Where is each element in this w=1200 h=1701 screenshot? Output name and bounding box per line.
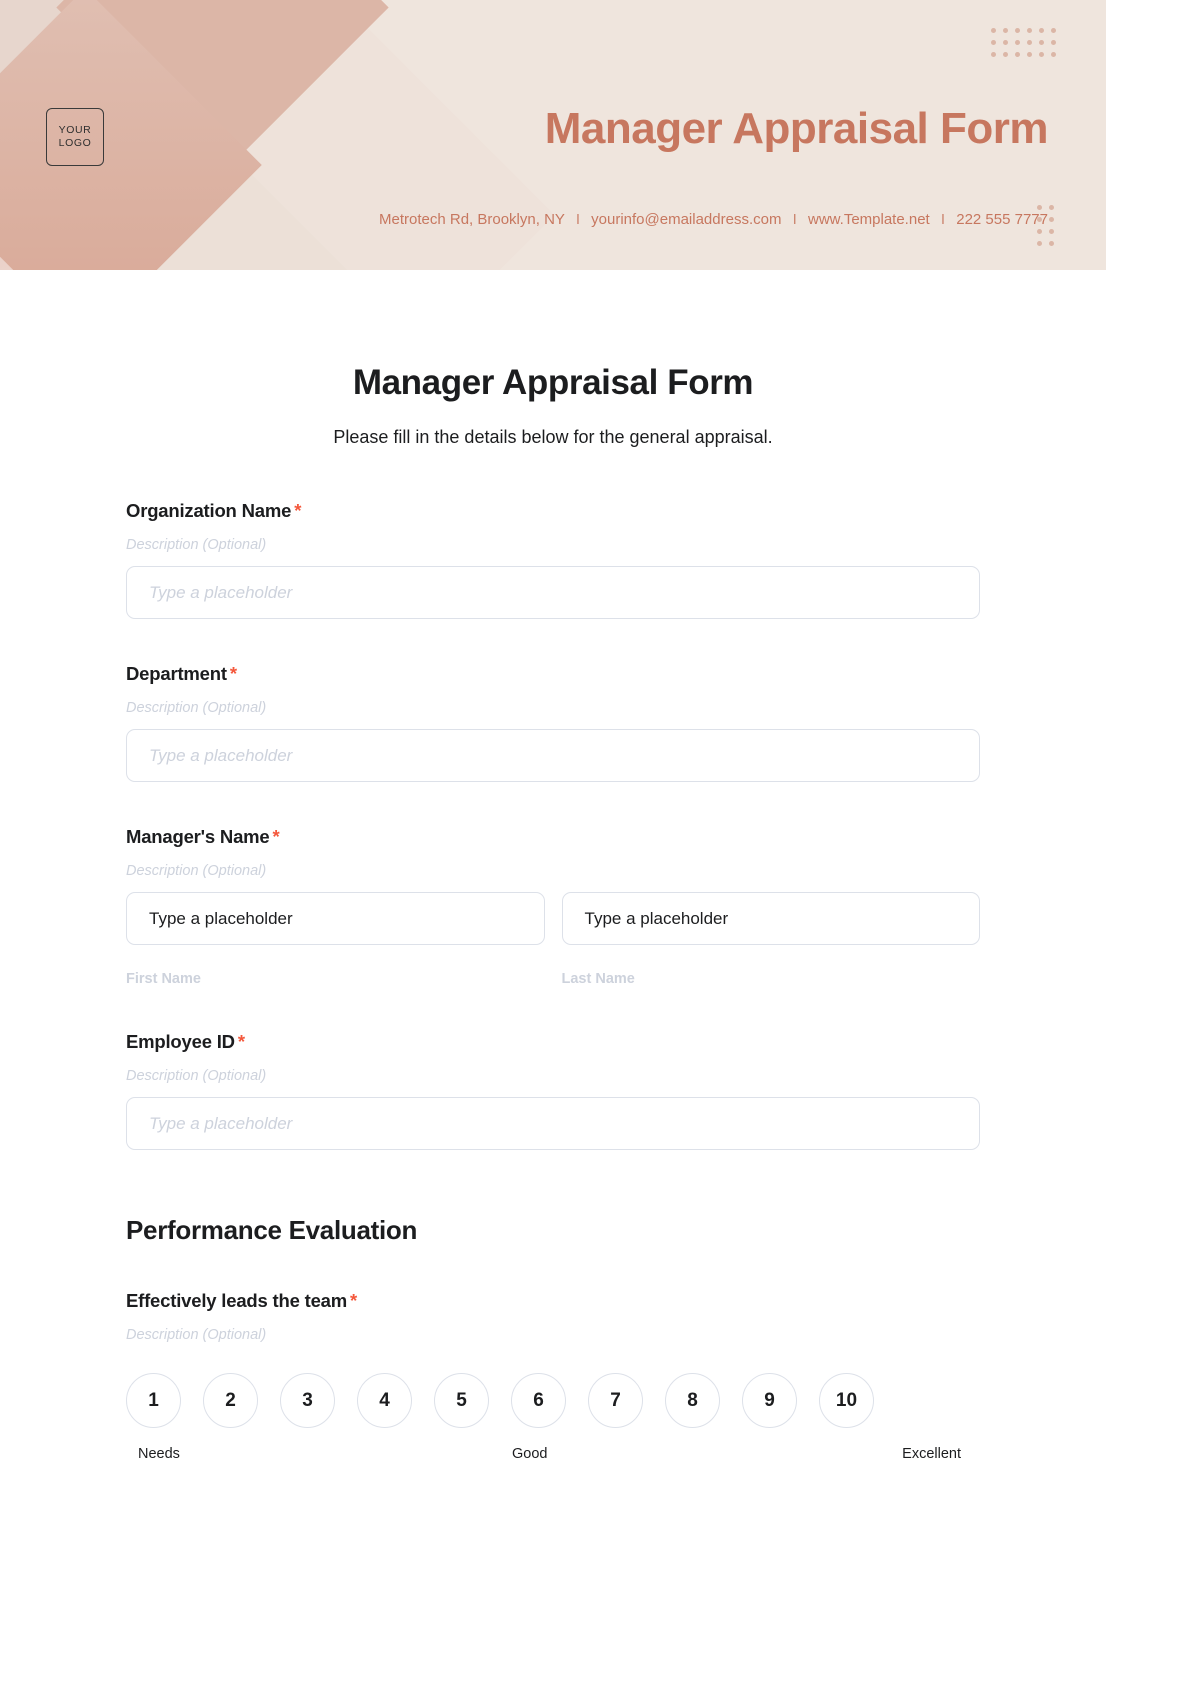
field-description: Description (Optional) xyxy=(126,537,267,553)
field-employee-id: Employee ID * Description (Optional) Type… xyxy=(126,1031,980,1150)
logo-placeholder: YOUR LOGO xyxy=(46,108,104,166)
required-marker: * xyxy=(229,663,237,684)
dot-grid-top-right-icon xyxy=(991,28,1056,57)
first-name-group: Type a placeholder xyxy=(126,892,545,945)
required-marker: * xyxy=(350,1290,358,1311)
field-description: Description (Optional) xyxy=(126,1327,267,1343)
rating-option-9[interactable]: 9 xyxy=(742,1373,797,1428)
employee-id-input[interactable]: Type a placeholder xyxy=(126,1097,980,1150)
last-name-group: Type a placeholder xyxy=(561,892,980,945)
label-text: Organization Name xyxy=(126,500,292,521)
label-text: Effectively leads the team xyxy=(126,1290,348,1311)
field-description: Description (Optional) xyxy=(126,863,267,879)
last-name-sublabel: Last Name xyxy=(561,971,635,987)
rating-option-2[interactable]: 2 xyxy=(203,1373,258,1428)
rating-option-3[interactable]: 3 xyxy=(280,1373,335,1428)
header-bg-rose-diamond-top xyxy=(56,0,389,174)
contact-phone: 222 555 7777 xyxy=(956,211,1048,228)
contact-separator-3: I xyxy=(940,211,946,228)
field-organization-name: Organization Name * Description (Optional… xyxy=(126,500,980,619)
first-name-sublabel: First Name xyxy=(126,971,201,987)
rating-option-1[interactable]: 1 xyxy=(126,1373,181,1428)
contact-email: yourinfo@emailaddress.com xyxy=(591,211,782,228)
field-label: Organization Name * xyxy=(126,500,980,522)
label-text: Department xyxy=(126,663,227,684)
logo-line-1: YOUR xyxy=(58,123,92,136)
required-marker: * xyxy=(294,500,302,521)
field-label: Manager's Name * xyxy=(126,826,980,848)
header-bg-pale-diamond xyxy=(45,0,555,270)
required-marker: * xyxy=(237,1031,245,1052)
last-name-input[interactable]: Type a placeholder xyxy=(561,892,980,945)
rating-option-8[interactable]: 8 xyxy=(665,1373,720,1428)
logo-line-2: LOGO xyxy=(58,137,92,149)
contact-separator-2: I xyxy=(792,211,797,228)
section-heading-performance-evaluation: Performance Evaluation xyxy=(126,1215,418,1245)
department-input[interactable]: Type a placeholder xyxy=(126,729,980,782)
field-label: Employee ID * xyxy=(126,1031,980,1053)
name-sublabel-row: First Name Last Name xyxy=(126,958,980,987)
rating-legend-low: Needs xyxy=(138,1446,180,1462)
letterhead-header: YOUR LOGO Manager Appraisal Form Metrote… xyxy=(0,0,1106,270)
rating-legend: Needs Good Excellent xyxy=(126,1446,973,1466)
label-text: Manager's Name xyxy=(126,826,270,847)
field-label: Effectively leads the team * xyxy=(126,1290,980,1312)
page-subtitle: Please fill in the details below for the… xyxy=(333,427,773,447)
label-text: Employee ID xyxy=(126,1031,235,1052)
field-effectively-leads-the-team: Effectively leads the team * Description … xyxy=(126,1290,980,1466)
first-name-input[interactable]: Type a placeholder xyxy=(126,892,545,945)
form-body: Manager Appraisal Form Please fill in th… xyxy=(0,363,1106,1466)
header-title: Manager Appraisal Form xyxy=(544,104,1049,153)
rating-option-6[interactable]: 6 xyxy=(511,1373,566,1428)
contact-website: www.Template.net xyxy=(807,211,930,228)
contact-separator-1: I xyxy=(575,211,580,228)
rating-scale: 1 2 3 4 5 6 7 8 9 10 xyxy=(126,1373,980,1428)
field-description: Description (Optional) xyxy=(126,700,267,716)
dot-grid-bottom-right-icon xyxy=(1037,205,1054,246)
rating-option-5[interactable]: 5 xyxy=(434,1373,489,1428)
header-bg-rose-chevron xyxy=(0,0,262,270)
rating-option-4[interactable]: 4 xyxy=(357,1373,412,1428)
field-label: Department * xyxy=(126,663,980,685)
rating-legend-mid: Good xyxy=(512,1446,548,1462)
required-marker: * xyxy=(272,826,280,847)
rating-legend-high: Excellent xyxy=(902,1446,961,1462)
name-input-row: Type a placeholder Type a placeholder xyxy=(126,892,980,945)
header-contact-line: Metrotech Rd, Brooklyn, NY I yourinfo@em… xyxy=(379,211,1048,228)
field-description: Description (Optional) xyxy=(126,1068,267,1084)
first-name-sublabel-wrap: First Name xyxy=(126,958,545,987)
rating-option-7[interactable]: 7 xyxy=(588,1373,643,1428)
page-root: YOUR LOGO Manager Appraisal Form Metrote… xyxy=(0,0,1200,1701)
page-title: Manager Appraisal Form xyxy=(352,363,754,402)
last-name-sublabel-wrap: Last Name xyxy=(562,958,981,987)
organization-name-input[interactable]: Type a placeholder xyxy=(126,566,980,619)
contact-address: Metrotech Rd, Brooklyn, NY xyxy=(379,211,565,228)
rating-option-10[interactable]: 10 xyxy=(819,1373,874,1428)
field-department: Department * Description (Optional) Type … xyxy=(126,663,980,782)
field-managers-name: Manager's Name * Description (Optional) T… xyxy=(126,826,980,987)
